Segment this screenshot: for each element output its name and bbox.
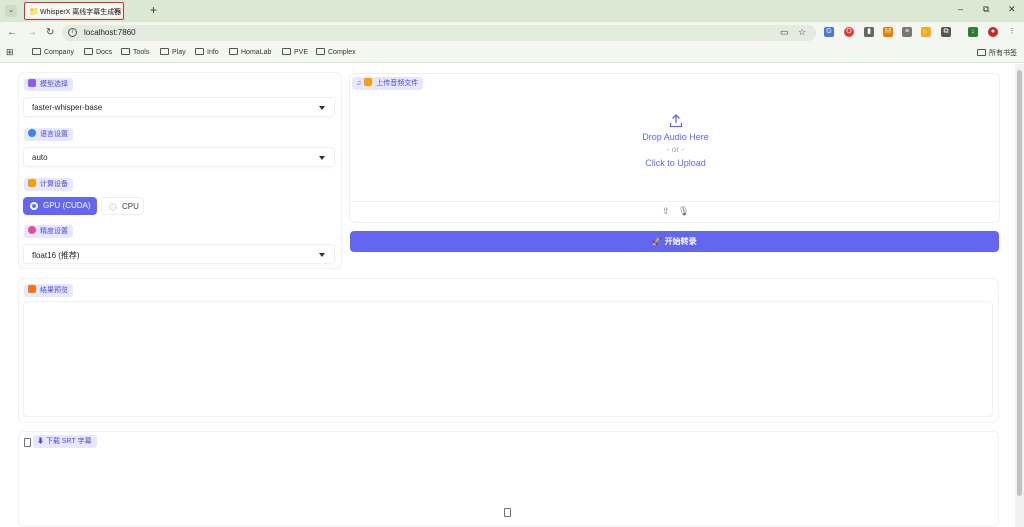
translate-extension-icon[interactable]: G bbox=[824, 27, 834, 37]
extensions-puzzle-icon[interactable]: ⧉ bbox=[941, 27, 951, 37]
folder-icon bbox=[121, 48, 130, 55]
music-note-icon: ♫ bbox=[356, 80, 362, 87]
folder-icon bbox=[364, 78, 373, 86]
result-label: 结果预览 bbox=[24, 284, 73, 297]
bookmark-folder-pve[interactable]: PVE bbox=[282, 48, 308, 56]
reload-icon[interactable]: ↻ bbox=[46, 27, 54, 39]
browser-menu-icon[interactable]: ⋮ bbox=[1007, 27, 1017, 37]
precision-value: float16 (推荐) bbox=[32, 251, 80, 260]
folder-icon bbox=[316, 48, 325, 55]
profile-avatar[interactable]: ● bbox=[988, 27, 998, 37]
apps-grid-icon[interactable]: ⊞ bbox=[6, 47, 14, 58]
language-label: 语言设置 bbox=[24, 128, 73, 141]
download-icon[interactable]: ↓ bbox=[968, 27, 978, 37]
new-tab-plus-icon[interactable]: + bbox=[150, 3, 157, 17]
folder-icon bbox=[160, 48, 169, 55]
tab-search-chevron-icon[interactable]: ⌄ bbox=[5, 5, 17, 17]
notes-extension-icon[interactable]: ≡ bbox=[902, 27, 912, 37]
chevron-down-icon bbox=[319, 156, 325, 160]
window-restore-icon[interactable]: ⧉ bbox=[983, 4, 989, 15]
upload-label: ♫ 上传音频文件 bbox=[352, 77, 424, 90]
radio-dot-icon bbox=[109, 203, 117, 211]
file-icon bbox=[24, 438, 31, 447]
scrollbar-thumb[interactable] bbox=[1017, 70, 1022, 496]
back-arrow-icon[interactable]: ← bbox=[7, 27, 17, 39]
radio-dot-icon bbox=[30, 202, 38, 210]
model-label: 模型选择 bbox=[24, 78, 73, 91]
bookmark-folder-docs[interactable]: Docs bbox=[84, 48, 112, 56]
bookmark-folder-tools[interactable]: Tools bbox=[121, 48, 149, 56]
language-value: auto bbox=[32, 153, 48, 162]
file-placeholder-icon bbox=[504, 508, 511, 517]
click-to-upload-text[interactable]: Click to Upload bbox=[350, 158, 1001, 168]
window-close-icon[interactable]: ✕ bbox=[1008, 4, 1016, 15]
memo-icon bbox=[28, 285, 36, 293]
folder-icon bbox=[282, 48, 291, 55]
robot-icon bbox=[28, 79, 36, 87]
upload-icon bbox=[669, 114, 682, 128]
bookmarks-bar: ⊞ Company Docs Tools Play Info HomaLab P… bbox=[0, 44, 1024, 63]
folder-icon bbox=[32, 48, 41, 55]
lightning-icon bbox=[28, 179, 36, 187]
browser-tab-active[interactable]: 📁 WhisperX 离线字幕生成器 ✕ bbox=[24, 2, 124, 20]
bookmark-folder-complex[interactable]: Complex bbox=[316, 48, 356, 56]
globe-icon bbox=[28, 129, 36, 137]
result-textarea[interactable] bbox=[23, 301, 993, 417]
folder-icon bbox=[229, 48, 238, 55]
bookmark-folder-play[interactable]: Play bbox=[160, 48, 186, 56]
address-url: localhost:7860 bbox=[84, 28, 136, 37]
precision-label: 精度设置 bbox=[24, 225, 73, 238]
chevron-down-icon bbox=[319, 106, 325, 110]
folder-icon bbox=[84, 48, 93, 55]
folder-icon bbox=[195, 48, 204, 55]
chevron-down-icon bbox=[319, 253, 325, 257]
audio-source-bar: ⇧ 🎙 bbox=[349, 201, 1000, 223]
device-label: 计算设备 bbox=[24, 178, 73, 191]
microphone-icon[interactable]: 🎙 bbox=[678, 206, 689, 217]
address-bar[interactable]: i localhost:7860 ▭ ☆ bbox=[62, 25, 816, 41]
bookmark-folder-info[interactable]: Info bbox=[195, 48, 219, 56]
all-bookmarks-folder[interactable]: 所有书签 bbox=[977, 48, 1017, 58]
metamask-extension-icon[interactable]: M bbox=[883, 27, 893, 37]
upload-or-text: - or - bbox=[667, 145, 684, 154]
bookmark-folder-homalab[interactable]: HomaLab bbox=[229, 48, 271, 56]
forward-arrow-icon[interactable]: → bbox=[27, 27, 37, 39]
opera-extension-icon[interactable]: O bbox=[844, 27, 854, 37]
drop-audio-text: Drop Audio Here bbox=[642, 132, 709, 142]
bookmark-folder-company[interactable]: Company bbox=[32, 48, 74, 56]
cast-icon[interactable]: ▭ bbox=[780, 27, 789, 38]
tab-title: WhisperX 离线字幕生成器 bbox=[40, 9, 122, 16]
browser-tabstrip: ⌄ 📁 WhisperX 离线字幕生成器 ✕ + – ⧉ ✕ bbox=[0, 0, 1024, 22]
start-transcribe-button[interactable]: 🚀 开始转录 bbox=[350, 231, 999, 252]
bookmark-star-icon[interactable]: ☆ bbox=[798, 27, 806, 38]
reader-extension-icon[interactable]: ▮ bbox=[864, 27, 874, 37]
target-icon bbox=[28, 226, 36, 234]
window-minimize-icon[interactable]: – bbox=[958, 4, 963, 14]
download-label: ⬇ 下载 SRT 字幕 bbox=[33, 435, 97, 448]
hand-extension-icon[interactable]: ✋ bbox=[921, 27, 931, 37]
precision-dropdown[interactable]: float16 (推荐) bbox=[23, 244, 335, 264]
page-scrollbar[interactable] bbox=[1015, 64, 1024, 527]
site-info-icon[interactable]: i bbox=[68, 28, 77, 37]
upload-source-icon[interactable]: ⇧ bbox=[662, 206, 670, 217]
device-option-gpu[interactable]: GPU (CUDA) bbox=[23, 197, 97, 215]
language-dropdown[interactable]: auto bbox=[23, 147, 335, 167]
model-value: faster-whisper-base bbox=[32, 103, 103, 112]
folder-icon bbox=[977, 49, 986, 56]
device-option-cpu[interactable]: CPU bbox=[101, 197, 144, 215]
model-dropdown[interactable]: faster-whisper-base bbox=[23, 97, 335, 117]
tab-close-icon[interactable]: ✕ bbox=[113, 6, 120, 15]
tab-favicon-icon: 📁 bbox=[29, 7, 39, 16]
